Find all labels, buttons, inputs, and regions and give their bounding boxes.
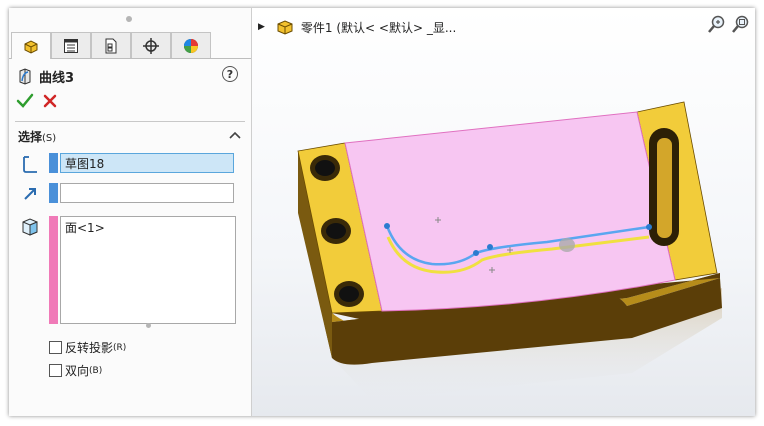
sketch-edge-icon — [23, 156, 37, 173]
selection-color-blue-2 — [49, 183, 58, 203]
slot[interactable] — [649, 128, 679, 246]
panel-grip[interactable] — [126, 16, 132, 22]
reverse-projection-hotkey: (R) — [113, 342, 127, 353]
property-tab-icon — [64, 38, 78, 53]
list-item[interactable]: 面<1> — [65, 219, 231, 236]
property-manager: 曲线3 ? 选择(S) 草图18 面<1> 反转投影 (R) 双向 (B) — [9, 8, 252, 416]
counterbore-hole[interactable] — [334, 281, 364, 307]
divider — [15, 121, 245, 122]
sketch-point[interactable] — [646, 224, 652, 230]
bidirectional-option[interactable]: 双向 (B) — [49, 362, 102, 379]
bidirectional-label: 双向 — [65, 364, 90, 378]
ok-check-icon[interactable] — [16, 93, 34, 109]
sketch-point[interactable] — [384, 223, 390, 229]
config-tab-icon — [105, 38, 117, 53]
sketch-point[interactable] — [487, 244, 493, 250]
section-hotkey: (S) — [42, 133, 57, 144]
origin-tab-icon — [143, 37, 159, 54]
collapse-caret-icon[interactable] — [229, 130, 241, 140]
face-icon — [22, 218, 38, 236]
sketch-selection-field[interactable]: 草图18 — [60, 153, 234, 173]
part-tab-icon — [24, 40, 38, 54]
graphics-area[interactable]: ▶ 零件1 (默认< <默认> _显... — [252, 8, 755, 416]
counterbore-hole[interactable] — [310, 155, 340, 181]
window: 曲线3 ? 选择(S) 草图18 面<1> 反转投影 (R) 双向 (B) ▶ … — [9, 8, 755, 416]
part-model[interactable] — [252, 8, 755, 416]
tab-display-manager[interactable] — [171, 32, 211, 58]
tab-dimxpert-manager[interactable] — [131, 32, 171, 58]
direction-arrow-icon — [24, 188, 36, 200]
section-title: 选择 — [18, 130, 43, 144]
tab-feature-manager[interactable] — [11, 32, 51, 59]
list-resize-handle[interactable] — [146, 323, 151, 328]
selection-color-pink — [49, 216, 58, 324]
counterbore-hole[interactable] — [321, 218, 351, 244]
faces-selection-list[interactable]: 面<1> — [60, 216, 236, 324]
feature-title: 曲线3 — [39, 70, 75, 86]
appearance-tab-icon — [184, 38, 198, 53]
bidirectional-checkbox[interactable] — [49, 364, 62, 377]
selected-face[interactable] — [344, 111, 676, 312]
manager-tabs — [9, 32, 251, 59]
tab-property-manager[interactable] — [51, 32, 91, 58]
selection-color-blue — [49, 153, 58, 173]
curve-icon — [19, 68, 31, 85]
reverse-projection-option[interactable]: 反转投影 (R) — [49, 339, 126, 356]
feature-title-row: 曲线3 — [17, 66, 74, 86]
direction-selection-field[interactable] — [60, 183, 234, 203]
sketch-point[interactable] — [473, 250, 479, 256]
section-header[interactable]: 选择(S) — [18, 128, 56, 145]
bidirectional-hotkey: (B) — [89, 365, 103, 376]
tab-configuration-manager[interactable] — [91, 32, 131, 58]
drag-handle[interactable] — [559, 238, 575, 252]
cancel-x-icon[interactable] — [42, 93, 58, 109]
reverse-projection-label: 反转投影 — [65, 341, 114, 355]
reverse-projection-checkbox[interactable] — [49, 341, 62, 354]
help-icon[interactable]: ? — [222, 66, 238, 82]
